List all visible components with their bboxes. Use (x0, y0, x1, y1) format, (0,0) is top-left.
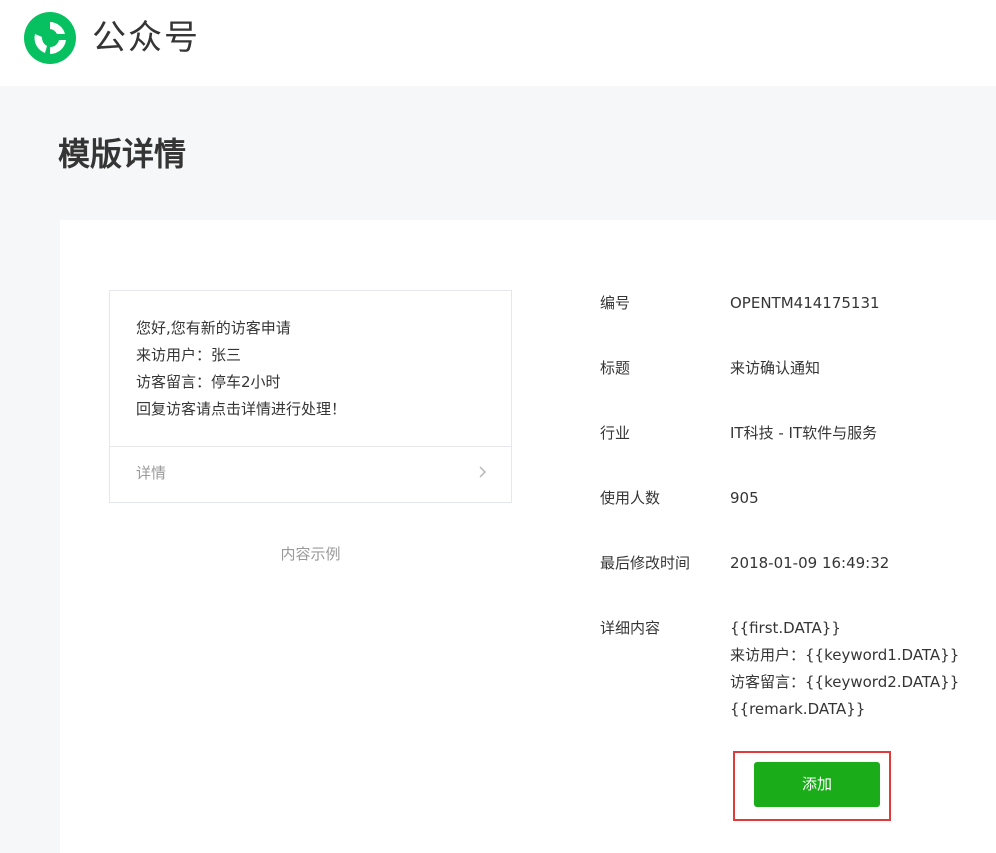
info-label: 编号 (600, 294, 631, 312)
wechat-mp-logo-icon[interactable] (24, 12, 76, 64)
message-preview: 您好,您有新的访客申请 来访用户：张三 访客留言：停车2小时 回复访客请点击详情… (109, 290, 512, 503)
content-line: 访客留言：{{keyword2.DATA}} (730, 673, 960, 691)
info-value-content: {{first.DATA}} 来访用户：{{keyword1.DATA}} 访客… (730, 615, 959, 723)
preview-line: 您好,您有新的访客申请 (136, 319, 291, 337)
preview-line: 访客留言：停车2小时 (136, 373, 281, 391)
preview-detail-link[interactable]: 详情 (110, 446, 511, 503)
preview-detail-label: 详情 (136, 464, 167, 482)
info-value: 905 (730, 489, 759, 507)
top-bar: 公众号 (0, 0, 996, 86)
preview-caption: 内容示例 (280, 545, 341, 563)
page-title: 模版详情 (58, 135, 187, 173)
info-label: 行业 (600, 424, 631, 442)
info-label: 详细内容 (600, 619, 661, 637)
info-label: 标题 (600, 359, 631, 377)
content-line: 来访用户：{{keyword1.DATA}} (730, 646, 960, 664)
preview-line: 回复访客请点击详情进行处理！ (136, 400, 347, 418)
brand-name[interactable]: 公众号 (92, 14, 200, 62)
info-value: OPENTM414175131 (730, 294, 880, 312)
content-line: {{first.DATA}} (730, 619, 841, 637)
preview-line: 来访用户：张三 (136, 346, 242, 364)
add-button[interactable]: 添加 (754, 762, 880, 807)
info-label: 最后修改时间 (600, 554, 691, 572)
info-value: IT科技 - IT软件与服务 (730, 424, 878, 442)
content-line: {{remark.DATA}} (730, 700, 866, 718)
preview-body: 您好,您有新的访客申请 来访用户：张三 访客留言：停车2小时 回复访客请点击详情… (110, 291, 511, 423)
info-label: 使用人数 (600, 489, 661, 507)
info-value: 来访确认通知 (730, 359, 821, 377)
chevron-right-icon (479, 466, 486, 478)
info-value: 2018-01-09 16:49:32 (730, 554, 890, 572)
